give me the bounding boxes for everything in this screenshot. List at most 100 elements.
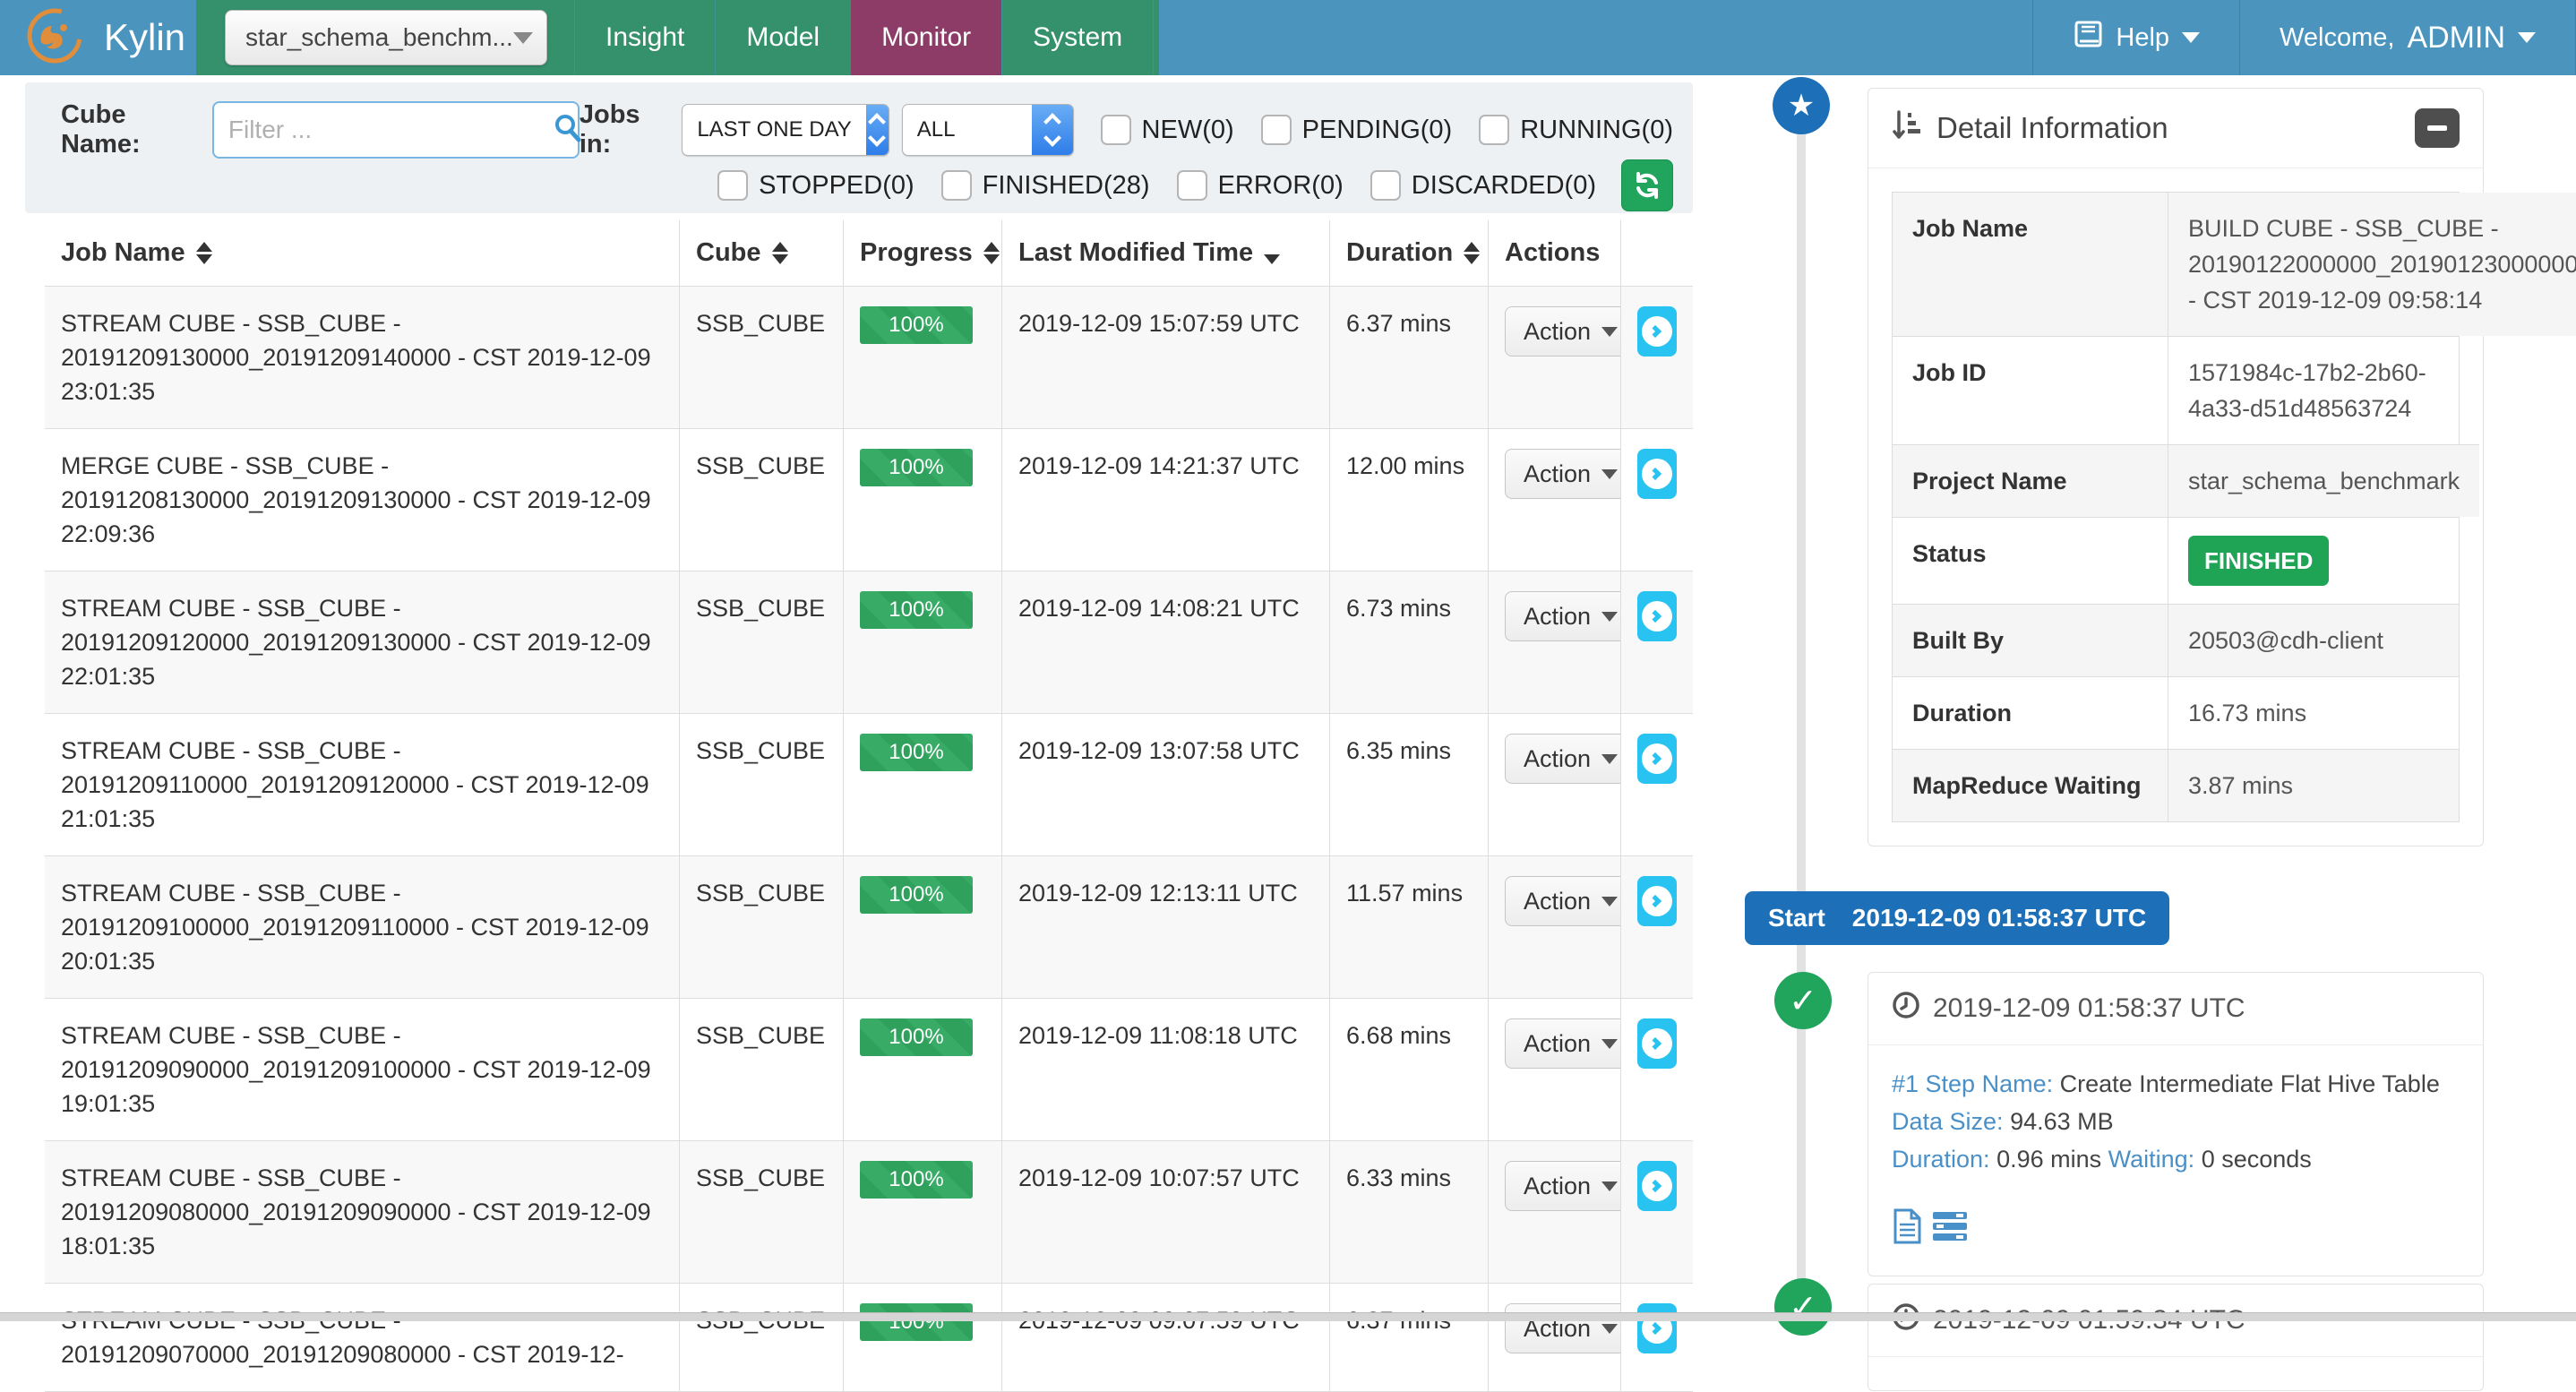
step2-panel: 2019-12-09 01:59:34 UTC [1868,1284,2484,1391]
progress-cell: 100% [843,429,1001,571]
filter-checkbox-running: RUNNING(0) [1479,115,1673,145]
collapse-panel-button[interactable] [2415,108,2460,148]
main-tabs: Insight Model Monitor System [574,0,1154,75]
action-dropdown-button[interactable]: Action [1505,876,1620,926]
status-badge: FINISHED [2188,536,2329,586]
job-detail-button[interactable] [1637,1161,1677,1211]
job-detail-button[interactable] [1637,449,1677,499]
filter-checkbox-discarded: DISCARDED(0) [1370,170,1596,201]
welcome-label: Welcome, [2280,23,2394,53]
expand-cell [1620,856,1693,999]
step1-name-line: #1 Step Name: Create Intermediate Flat H… [1892,1065,2460,1103]
scope-select[interactable]: ALL [902,104,1074,156]
sort-desc-icon [1264,242,1280,264]
chevron-down-icon [1601,754,1618,764]
checkbox-finished-label: FINISHED(28) [983,171,1150,201]
table-row: STREAM CUBE - SSB_CUBE - 20191209110000_… [45,714,1693,856]
detail-project-label: Project Name [1893,444,2168,517]
help-menu[interactable]: Help [2032,0,2239,75]
action-label: Action [1524,1027,1591,1061]
action-dropdown-button[interactable]: Action [1505,1018,1620,1069]
select-stepper-icon [1032,104,1073,156]
brand: Kylin [0,0,196,75]
checkbox-finished[interactable] [941,170,972,201]
table-row: STREAM CUBE - SSB_CUBE - 20191209130000_… [45,287,1693,429]
checkbox-discarded[interactable] [1370,170,1401,201]
checkbox-stopped[interactable] [717,170,748,201]
detail-job-name-value: BUILD CUBE - SSB_CUBE - 20190122000000_2… [2168,193,2576,336]
nav-section: star_schema_benchm... Insight Model Moni… [196,0,1159,75]
cube-filter-field [212,101,580,159]
chevron-circle-right-icon [1642,459,1672,489]
user-menu[interactable]: Welcome, ADMIN [2239,0,2576,75]
progress-label: 100% [889,593,943,627]
expand-cell [1620,287,1693,429]
action-dropdown-button[interactable]: Action [1505,306,1620,357]
horizontal-scrollbar[interactable] [0,1312,2576,1321]
refresh-icon [1633,171,1662,200]
project-selector[interactable]: star_schema_benchm... [225,10,547,65]
last-modified-cell: 2019-12-09 14:21:37 UTC [1001,429,1329,571]
job-name-cell: MERGE CUBE - SSB_CUBE - 20191208130000_2… [45,429,679,571]
header-progress[interactable]: Progress [843,220,1001,287]
detail-table: Job NameBUILD CUBE - SSB_CUBE - 20190122… [1892,192,2460,822]
action-dropdown-button[interactable]: Action [1505,591,1620,641]
last-modified-cell: 2019-12-09 13:07:58 UTC [1001,714,1329,856]
last-modified-cell: 2019-12-09 14:08:21 UTC [1001,571,1329,714]
cube-cell: SSB_CUBE [679,714,843,856]
progress-bar: 100% [860,876,973,914]
time-range-select[interactable]: LAST ONE DAY [682,104,889,156]
chevron-down-icon [513,32,533,44]
checkbox-new[interactable] [1101,115,1131,145]
header-duration[interactable]: Duration [1329,220,1488,287]
job-detail-button[interactable] [1637,1303,1677,1353]
tab-system[interactable]: System [1001,0,1154,75]
check-icon: ✓ [1789,981,1817,1021]
job-detail-button[interactable] [1637,306,1677,357]
actions-cell: Action [1488,856,1620,999]
checkbox-running[interactable] [1479,115,1509,145]
detail-job-id-value: 1571984c-17b2-2b60-4a33-d51d48563724 [2168,336,2459,444]
action-label: Action [1524,742,1591,776]
project-selector-value: star_schema_benchm... [245,23,513,52]
header-cube[interactable]: Cube [679,220,843,287]
job-name-cell: STREAM CUBE - SSB_CUBE - 20191209120000_… [45,571,679,714]
progress-bar: 100% [860,306,973,344]
sort-icon [983,242,1000,264]
action-dropdown-button[interactable]: Action [1505,1161,1620,1211]
tab-insight[interactable]: Insight [574,0,715,75]
progress-label: 100% [889,735,943,769]
log-file-icon[interactable] [1892,1208,1922,1249]
job-name-cell: STREAM CUBE - SSB_CUBE - 20191209080000_… [45,1141,679,1284]
checkbox-pending[interactable] [1261,115,1292,145]
progress-bar: 100% [860,734,973,771]
kylin-logo-icon [25,6,84,70]
brand-name: Kylin [104,16,185,59]
refresh-button[interactable] [1621,159,1673,211]
actions-cell: Action [1488,1284,1620,1392]
detail-job-id-label: Job ID [1893,336,2168,444]
tab-model[interactable]: Model [715,0,850,75]
job-detail-button[interactable] [1637,734,1677,784]
job-table-header: Job Name Cube Progress Last Modified Tim… [45,220,1693,287]
help-label: Help [2116,23,2169,53]
actions-cell: Action [1488,429,1620,571]
checkbox-error[interactable] [1177,170,1207,201]
progress-cell: 100% [843,714,1001,856]
job-detail-button[interactable] [1637,876,1677,926]
cube-filter-input[interactable] [228,116,552,144]
expand-cell [1620,571,1693,714]
mr-counters-icon[interactable] [1931,1208,1969,1249]
header-job-name[interactable]: Job Name [45,220,679,287]
job-detail-button[interactable] [1637,591,1677,641]
job-detail-button[interactable] [1637,1018,1677,1069]
action-dropdown-button[interactable]: Action [1505,449,1620,499]
tab-monitor[interactable]: Monitor [850,0,1001,75]
duration-cell: 6.37 mins [1329,1284,1488,1392]
actions-cell: Action [1488,571,1620,714]
header-last-modified[interactable]: Last Modified Time [1001,220,1329,287]
top-navbar: Kylin star_schema_benchm... Insight Mode… [0,0,2576,75]
action-dropdown-button[interactable]: Action [1505,1303,1620,1353]
checkbox-discarded-label: DISCARDED(0) [1412,171,1596,201]
action-dropdown-button[interactable]: Action [1505,734,1620,784]
